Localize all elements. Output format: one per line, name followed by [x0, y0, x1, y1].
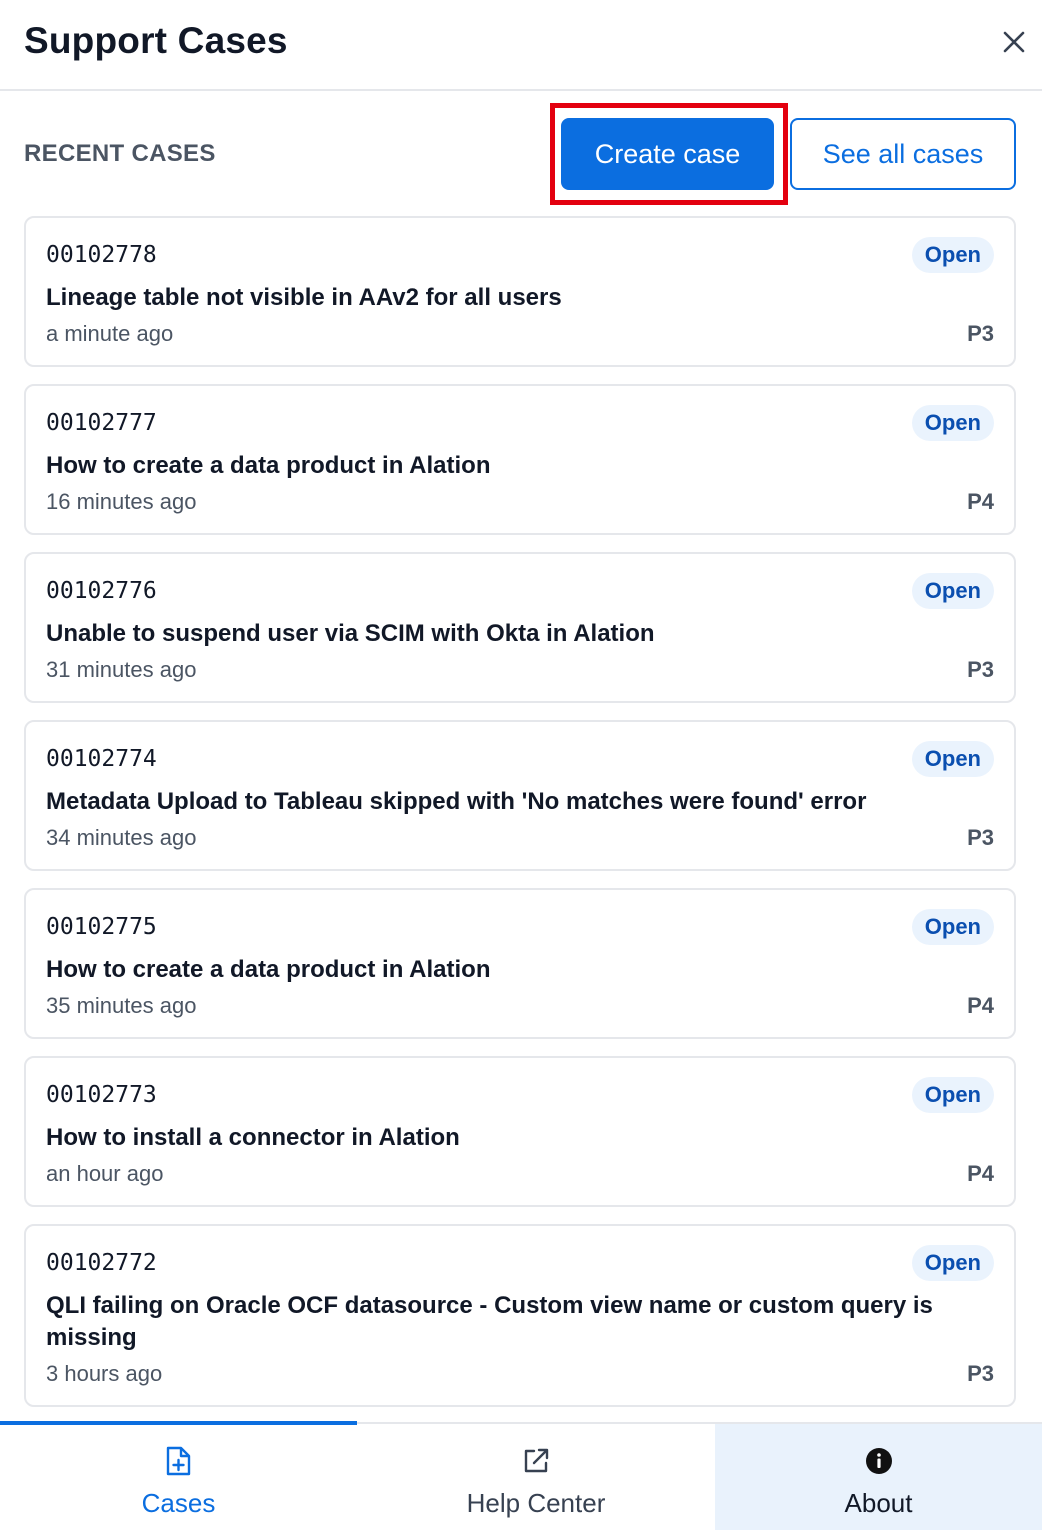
case-number: 00102777 [46, 410, 157, 436]
case-priority: P3 [967, 1361, 994, 1386]
status-badge: Open [911, 909, 994, 945]
case-subject: How to install a connector in Alation [46, 1124, 460, 1151]
case-priority: P4 [967, 993, 994, 1018]
case-timestamp: 34 minutes ago [46, 825, 197, 850]
status-badge: Open [911, 237, 994, 273]
case-subject: QLI failing on Oracle OCF datasource - C… [46, 1292, 933, 1351]
case-number: 00102773 [46, 1082, 157, 1108]
case-timestamp: 35 minutes ago [46, 993, 197, 1018]
case-list: 00102778 Open Lineage table not visible … [24, 216, 1016, 1422]
tab-cases[interactable]: Cases [0, 1421, 357, 1530]
status-badge: Open [911, 573, 994, 609]
bottom-tab-bar: Cases Help Center About [0, 1421, 1042, 1530]
case-priority: P4 [967, 489, 994, 514]
status-badge: Open [911, 1245, 994, 1281]
case-card[interactable]: 00102776 Open Unable to suspend user via… [24, 552, 1016, 703]
case-subject: How to create a data product in Alation [46, 956, 491, 983]
case-timestamp: 3 hours ago [46, 1361, 163, 1386]
panel-header: Support Cases [0, 0, 1042, 91]
tab-label: Help Center [466, 1488, 606, 1518]
case-priority: P3 [967, 657, 994, 682]
case-timestamp: 31 minutes ago [46, 657, 197, 682]
case-timestamp: a minute ago [46, 321, 174, 346]
close-button[interactable] [994, 22, 1034, 62]
case-subject: How to create a data product in Alation [46, 452, 491, 479]
case-card[interactable]: 00102772 Open QLI failing on Oracle OCF … [24, 1224, 1016, 1407]
case-number: 00102775 [46, 914, 157, 940]
case-priority: P3 [967, 825, 994, 850]
case-subject: Metadata Upload to Tableau skipped with … [46, 788, 867, 815]
case-priority: P4 [967, 1161, 994, 1186]
status-badge: Open [911, 741, 994, 777]
case-number: 00102772 [46, 1250, 157, 1276]
tab-label: Cases [141, 1488, 216, 1518]
case-card[interactable]: 00102774 Open Metadata Upload to Tableau… [24, 720, 1016, 871]
case-timestamp: an hour ago [46, 1161, 164, 1186]
case-subject: Unable to suspend user via SCIM with Okt… [46, 620, 655, 647]
case-number: 00102778 [46, 242, 157, 268]
see-all-cases-button[interactable]: See all cases [790, 118, 1016, 190]
tab-about[interactable]: About [715, 1424, 1042, 1530]
external-link-icon [521, 1444, 551, 1478]
tab-help-center[interactable]: Help Center [357, 1424, 715, 1530]
page-title: Support Cases [24, 20, 288, 61]
case-card[interactable]: 00102777 Open How to create a data produ… [24, 384, 1016, 535]
active-tab-indicator [0, 1421, 357, 1425]
create-case-button[interactable]: Create case [561, 118, 774, 190]
file-plus-icon [164, 1444, 194, 1478]
close-icon [1003, 31, 1025, 53]
case-priority: P3 [967, 321, 994, 346]
recent-cases-label: RECENT CASES [24, 140, 216, 167]
case-number: 00102776 [46, 578, 157, 604]
case-subject: Lineage table not visible in AAv2 for al… [46, 284, 562, 311]
status-badge: Open [911, 405, 994, 441]
tab-label: About [844, 1488, 913, 1518]
case-card[interactable]: 00102778 Open Lineage table not visible … [24, 216, 1016, 367]
case-card[interactable]: 00102775 Open How to create a data produ… [24, 888, 1016, 1039]
case-timestamp: 16 minutes ago [46, 489, 197, 514]
case-card[interactable]: 00102773 Open How to install a connector… [24, 1056, 1016, 1207]
status-badge: Open [911, 1077, 994, 1113]
case-number: 00102774 [46, 746, 157, 772]
info-icon [864, 1444, 894, 1478]
